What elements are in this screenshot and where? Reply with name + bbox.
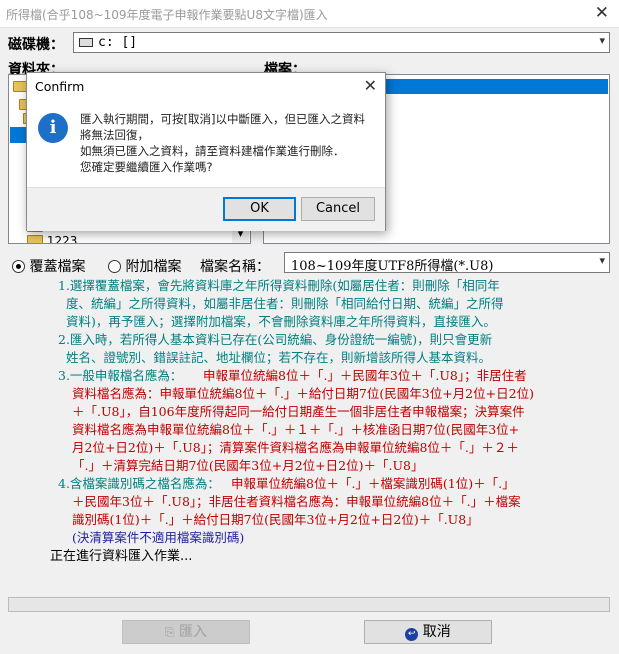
instruction-4-prefix: 4.含檔案識別碼之檔名應為： — [58, 476, 220, 491]
cancel-button-label: 取消 — [422, 624, 451, 640]
import-button-label: 匯入 — [179, 624, 208, 640]
filetype-value: 108~109年度UTF8所得檔(*.U8) — [291, 259, 494, 274]
close-icon[interactable]: ✕ — [595, 3, 609, 23]
instruction-3-prefix: 3.一般申報檔名應為： — [58, 368, 183, 383]
drive-label: 磁碟機： — [8, 37, 64, 53]
info-icon: i — [38, 113, 68, 143]
title-bar: 所得檔(合乎108~109年度電子申報作業要點U8文字檔)匯入 ✕ — [0, 0, 619, 28]
instruction-3-line: 月2位+日2位)＋「.U8」；清算案件資料檔名應為申報單位統編8位＋「.」＋２＋ — [72, 440, 519, 455]
filetype-label: 檔案名稱： — [200, 259, 270, 275]
instruction-4-line: 識別碼(1位)＋「.」＋給付日期7位(民國年3位+月2位+日2位)＋「.U8」 — [72, 512, 479, 527]
chevron-down-icon[interactable]: ▾ — [599, 34, 605, 47]
dialog-ok-button[interactable]: OK — [223, 197, 296, 221]
instruction-1-line: 度、統編」之所得資料，如屬非居住者：則刪除「相同給付日期、統編」之所得 — [58, 296, 504, 311]
import-icon: ⎘ — [164, 625, 175, 639]
overwrite-radio[interactable] — [12, 260, 25, 273]
cancel-button[interactable]: ↩ 取消 — [364, 620, 492, 644]
dialog-title: Confirm — [35, 79, 85, 94]
chevron-down-icon[interactable]: ▾ — [599, 254, 605, 267]
drive-select[interactable]: c: [] ▾ — [73, 32, 610, 53]
append-option[interactable]: 附加檔案 — [108, 256, 181, 276]
instruction-2-line: 姓名、證號別、錯誤註記、地址欄位；若不存在，則新增該所得人基本資料。 — [58, 350, 491, 365]
cancel-icon: ↩ — [405, 628, 419, 641]
drive-value: c: [] — [98, 35, 138, 50]
instruction-3-line: 資料檔名應為申報單位統編8位＋「.」＋１＋「.」＋核准函日期7位(民國年3位+ — [72, 422, 520, 437]
status-text: 正在進行資料匯入作業... — [50, 549, 193, 564]
instruction-3-line: 資料檔名應為：申報單位統編8位＋「.」＋給付日期7位(民國年3位+月2位+日2位… — [72, 386, 534, 401]
folder-item-label: 1223 — [46, 235, 78, 243]
instruction-2-line: 2.匯入時，若所得人基本資料已存在(公司統編、身份證統一編號)，則只會更新 — [58, 332, 493, 347]
overwrite-option[interactable]: 覆蓋檔案 — [12, 256, 85, 276]
folder-item[interactable]: 1223 — [27, 235, 77, 243]
filetype-select[interactable]: 108~109年度UTF8所得檔(*.U8) ▾ — [284, 252, 610, 274]
instruction-3-line: 「.」＋清算完結日期7位(民國年3位+月2位+日2位)＋「.U8」 — [72, 458, 424, 473]
overwrite-label: 覆蓋檔案 — [29, 259, 86, 275]
progress-bar — [8, 597, 610, 612]
instruction-4-line: ＋民國年3位＋「.U8」；非居住者資料檔名應為：申報單位統編8位＋「.」＋檔案 — [72, 494, 521, 509]
instruction-4-line: 申報單位統編8位＋「.」＋檔案識別碼(1位)＋「.」 — [231, 476, 515, 491]
dialog-cancel-button[interactable]: Cancel — [301, 197, 375, 221]
confirm-dialog: Confirm ✕ i 匯入執行期間，可按[取消]以中斷匯入，但已匯入之資料 將… — [26, 72, 386, 231]
instruction-3-line: ＋「.U8」，自106年度所得起同一給付日期產生一個非居住者申報檔案；決算案件 — [72, 404, 525, 419]
dialog-close-icon[interactable]: ✕ — [364, 76, 377, 95]
instruction-3-line: 申報單位統編8位＋「.」＋民國年3位＋「.U8」；非居住者 — [203, 368, 527, 383]
import-button[interactable]: ⎘ 匯入 — [122, 620, 250, 644]
instruction-1-line: 資料)，再予匯入；選擇附加檔案，不會刪除資料庫之年所得資料，直接匯入。 — [58, 314, 496, 329]
folder-icon — [27, 235, 43, 243]
append-label: 附加檔案 — [125, 259, 182, 275]
instruction-1-line: 1.選擇覆蓋檔案，會先將資料庫之年所得資料刪除(如屬居住者：則刪除「相同年 — [58, 278, 500, 293]
drive-icon — [79, 38, 93, 47]
window-title: 所得檔(合乎108~109年度電子申報作業要點U8文字檔)匯入 — [6, 8, 328, 22]
dialog-message: 匯入執行期間，可按[取消]以中斷匯入，但已匯入之資料 將無法回復， 如無須已匯入… — [80, 112, 365, 174]
append-radio[interactable] — [108, 260, 121, 273]
